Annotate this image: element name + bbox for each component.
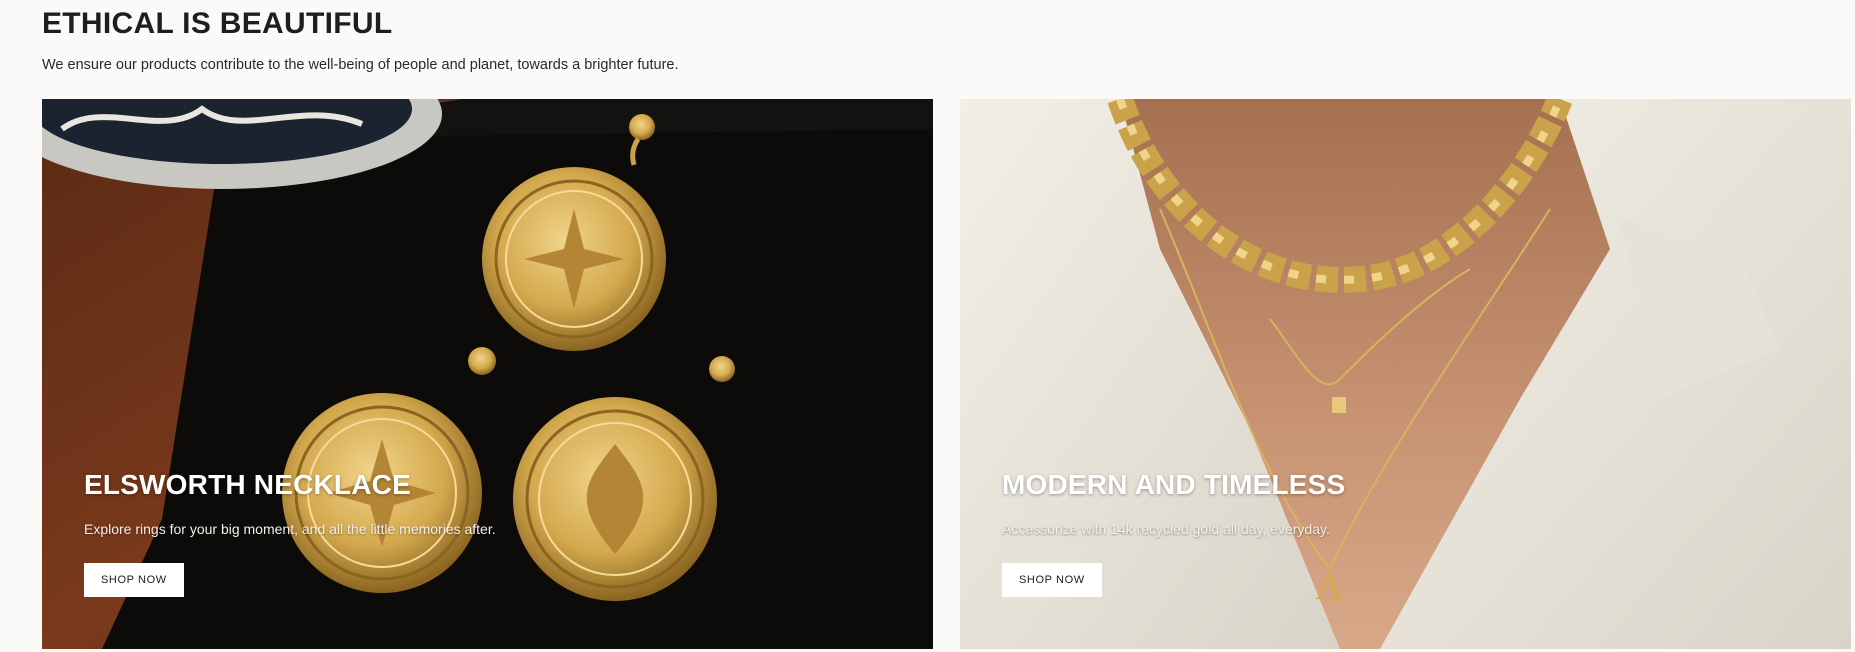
card-overlay: MODERN AND TIMELESS Accessorize with 14k… — [1002, 469, 1702, 597]
card-title: MODERN AND TIMELESS — [1002, 469, 1346, 500]
promo-card-elsworth[interactable]: ELSWORTH NECKLACE Explore rings for your… — [42, 99, 933, 649]
card-description: Accessorize with 14k recycled gold all d… — [1002, 521, 1330, 537]
section-subtitle: We ensure our products contribute to the… — [42, 57, 679, 73]
shop-now-button[interactable]: SHOP NOW — [84, 563, 184, 597]
card-description: Explore rings for your big moment, and a… — [84, 521, 496, 537]
card-overlay: ELSWORTH NECKLACE Explore rings for your… — [84, 469, 784, 597]
ethical-section: ETHICAL IS BEAUTIFUL We ensure our produ… — [0, 0, 1855, 652]
section-title: ETHICAL IS BEAUTIFUL — [42, 7, 393, 40]
shop-now-button[interactable]: SHOP NOW — [1002, 563, 1102, 597]
card-title: ELSWORTH NECKLACE — [84, 469, 411, 500]
promo-card-modern-timeless[interactable]: A MODERN AND TIMELESS Accessorize with 1… — [960, 99, 1851, 649]
